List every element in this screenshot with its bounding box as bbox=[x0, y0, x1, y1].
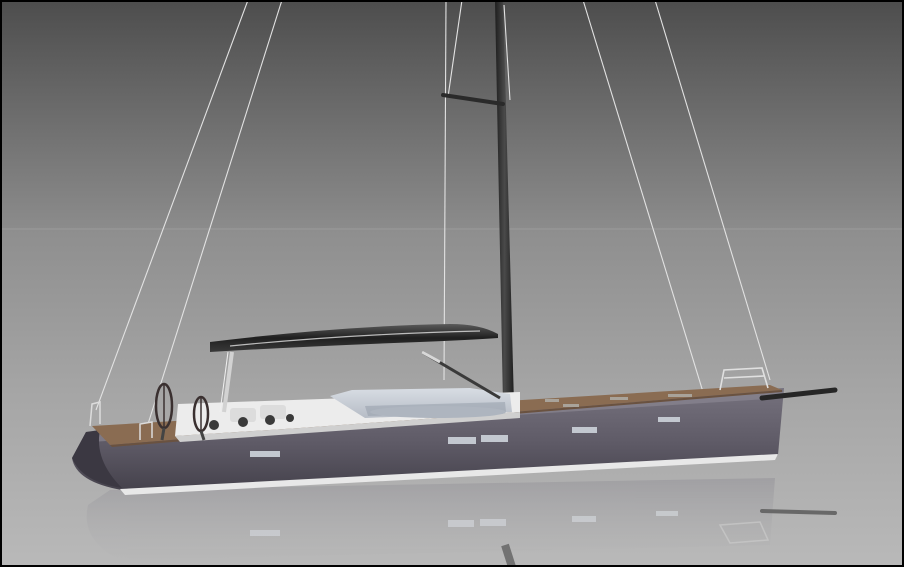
yacht-render-scene bbox=[0, 0, 904, 567]
portlight bbox=[481, 435, 508, 442]
sky-backdrop bbox=[0, 0, 904, 230]
portlight bbox=[448, 437, 476, 444]
portlight bbox=[572, 427, 597, 433]
portlight bbox=[250, 451, 280, 457]
hatch bbox=[370, 406, 506, 418]
yacht-render bbox=[0, 0, 904, 567]
portlight bbox=[658, 417, 680, 422]
